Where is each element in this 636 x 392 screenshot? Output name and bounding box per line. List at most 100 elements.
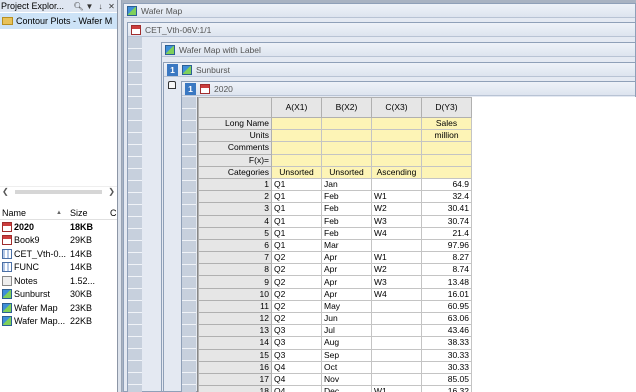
data-cell[interactable]: 16.32 [421, 385, 472, 392]
data-cell[interactable] [371, 311, 422, 326]
data-cell[interactable]: Jun [321, 311, 372, 326]
data-cell[interactable]: Q2 [271, 275, 322, 289]
worksheet[interactable]: A(X1) B(X2) C(X3) D(Y3) Long Name Sales Units m… [197, 97, 636, 392]
row-header[interactable]: 15 [198, 348, 272, 362]
column-header[interactable]: C(X3) [371, 97, 422, 118]
metadata-cell[interactable]: Unsorted [271, 165, 322, 179]
file-list-item[interactable]: Sunburst 30KB [0, 288, 117, 302]
data-cell[interactable] [371, 360, 422, 374]
metadata-label[interactable]: Units [198, 129, 272, 143]
metadata-cell[interactable] [421, 165, 472, 179]
metadata-cell[interactable] [371, 153, 422, 167]
metadata-cell[interactable]: Ascending [371, 165, 422, 179]
data-cell[interactable]: 85.05 [421, 372, 472, 387]
metadata-cell[interactable] [321, 153, 372, 167]
data-cell[interactable] [371, 299, 422, 314]
row-header[interactable]: 7 [198, 251, 272, 265]
row-header[interactable]: 11 [198, 299, 272, 314]
tree-folder-item[interactable]: Contour Plots - Wafer M [0, 13, 117, 29]
data-cell[interactable]: Feb [321, 226, 372, 240]
scroll-left-icon[interactable]: ❮ [2, 187, 9, 196]
data-cell[interactable]: Q2 [271, 263, 322, 277]
column-header[interactable]: B(X2) [321, 97, 372, 118]
file-list-item[interactable]: Wafer Map... 22KB [0, 315, 117, 329]
data-cell[interactable]: Q3 [271, 348, 322, 362]
data-cell[interactable]: Nov [321, 372, 372, 387]
metadata-cell[interactable] [271, 129, 322, 143]
row-header[interactable]: 5 [198, 226, 272, 240]
panel-splitter[interactable] [118, 0, 122, 392]
data-cell[interactable]: 16.01 [421, 287, 472, 301]
data-cell[interactable]: 60.95 [421, 299, 472, 314]
data-cell[interactable] [371, 177, 422, 192]
data-cell[interactable]: Q2 [271, 287, 322, 301]
metadata-label[interactable]: Comments [198, 141, 272, 155]
row-header[interactable]: 4 [198, 214, 272, 228]
metadata-cell[interactable] [321, 141, 372, 155]
row-header[interactable]: 3 [198, 202, 272, 216]
data-cell[interactable]: Q1 [271, 177, 322, 192]
data-cell[interactable]: 8.27 [421, 251, 472, 265]
row-header[interactable]: 1 [198, 177, 272, 192]
data-cell[interactable]: 63.06 [421, 311, 472, 326]
file-list-item[interactable]: Book9 29KB [0, 234, 117, 248]
data-cell[interactable]: W4 [371, 226, 422, 240]
data-cell[interactable]: 38.33 [421, 336, 472, 350]
dropdown-arrow-icon[interactable]: ▼ [84, 2, 95, 11]
data-cell[interactable]: Jan [321, 177, 372, 192]
row-header[interactable]: 8 [198, 263, 272, 277]
column-header[interactable]: A(X1) [271, 97, 322, 118]
data-cell[interactable]: 30.33 [421, 348, 472, 362]
data-cell[interactable]: Q2 [271, 311, 322, 326]
row-header[interactable]: 9 [198, 275, 272, 289]
data-cell[interactable]: Q3 [271, 336, 322, 350]
corner-cell[interactable] [198, 97, 272, 118]
metadata-cell[interactable]: million [421, 129, 472, 143]
data-cell[interactable]: 13.48 [421, 275, 472, 289]
metadata-cell[interactable] [321, 116, 372, 131]
data-cell[interactable]: Apr [321, 263, 372, 277]
data-cell[interactable]: Mar [321, 238, 372, 253]
data-cell[interactable]: Q4 [271, 372, 322, 387]
row-header[interactable]: 17 [198, 372, 272, 387]
row-header[interactable]: 12 [198, 311, 272, 326]
data-cell[interactable]: Q2 [271, 251, 322, 265]
row-header[interactable]: 6 [198, 238, 272, 253]
file-list-item[interactable]: CET_Vth-0... 14KB [0, 247, 117, 261]
data-cell[interactable]: Dec [321, 385, 372, 392]
data-cell[interactable]: 21.4 [421, 226, 472, 240]
file-list-item[interactable]: 2020 18KB [0, 220, 117, 234]
data-cell[interactable]: 30.74 [421, 214, 472, 228]
data-cell[interactable]: Oct [321, 360, 372, 374]
row-header[interactable]: 2 [198, 190, 272, 204]
data-cell[interactable]: 43.46 [421, 324, 472, 338]
close-icon[interactable]: ✕ [106, 2, 117, 11]
data-cell[interactable]: 97.96 [421, 238, 472, 253]
metadata-cell[interactable]: Unsorted [321, 165, 372, 179]
data-cell[interactable]: W1 [371, 190, 422, 204]
file-list-item[interactable]: FUNC 14KB [0, 261, 117, 275]
window-titlebar[interactable]: CET_Vth-06V:1/1 [128, 23, 635, 37]
row-header[interactable]: 16 [198, 360, 272, 374]
data-cell[interactable]: W4 [371, 287, 422, 301]
metadata-cell[interactable] [371, 129, 422, 143]
data-cell[interactable]: May [321, 299, 372, 314]
data-cell[interactable]: Feb [321, 202, 372, 216]
data-cell[interactable]: W1 [371, 385, 422, 392]
search-icon[interactable]: 🔍︎ [73, 2, 84, 11]
data-cell[interactable]: Q1 [271, 226, 322, 240]
data-cell[interactable]: W1 [371, 251, 422, 265]
data-cell[interactable]: Q3 [271, 324, 322, 338]
metadata-cell[interactable] [271, 153, 322, 167]
data-cell[interactable]: Feb [321, 214, 372, 228]
file-list-item[interactable]: Notes 1.52... [0, 274, 117, 288]
data-cell[interactable] [371, 324, 422, 338]
column-header-size[interactable]: Size [70, 208, 110, 218]
data-cell[interactable]: 8.74 [421, 263, 472, 277]
data-cell[interactable] [371, 238, 422, 253]
data-cell[interactable]: Apr [321, 287, 372, 301]
metadata-label[interactable]: Categories [198, 165, 272, 179]
metadata-label[interactable]: Long Name [198, 116, 272, 131]
window-titlebar[interactable]: Wafer Map with Label [162, 43, 635, 57]
data-cell[interactable]: 32.4 [421, 190, 472, 204]
